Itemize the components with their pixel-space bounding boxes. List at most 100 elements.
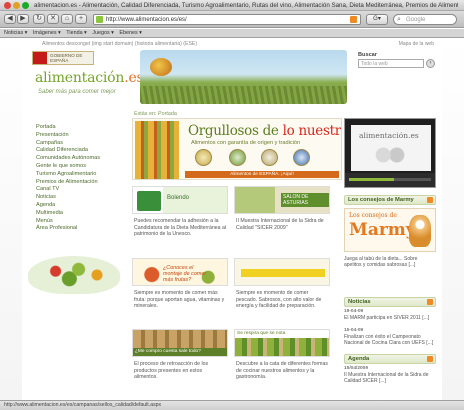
back-button[interactable]: ◀ [4, 14, 16, 24]
agenda-text: II Muestra Internacional de la Sidra de … [344, 372, 429, 385]
site-search-label: Buscar [358, 52, 377, 58]
site-search-value: Todo la web [361, 61, 388, 67]
forward-button[interactable]: ▶ [17, 14, 29, 24]
news-text: Finalizan con éxito el Campeonato Nacion… [344, 334, 434, 347]
nav-item-multimedia[interactable]: Multimedia [36, 210, 112, 218]
url-text: http://www.alimentacion.es/es/ [106, 17, 187, 23]
hero-photo [135, 121, 179, 179]
add-bookmark-button[interactable]: + [75, 14, 87, 24]
window-titlebar: alimentacion.es - Alimentación, Calidad … [0, 0, 464, 11]
agenda-section-header[interactable]: Agenda [344, 354, 436, 364]
quality-seal-icon [293, 149, 310, 166]
home-button[interactable]: ⌂ [61, 14, 73, 24]
page-container: Alimentos desconget (img start domain) (… [22, 38, 442, 400]
marmy-section-title: Los consejos de Marmy [348, 197, 414, 203]
marmy-description: Juega al tabú de la dieta... Sobre apeti… [344, 256, 418, 269]
hero-title-main: Orgullosos de [188, 123, 279, 139]
promo-card-text: Siempre es momento de comer pescado. Sab… [236, 290, 322, 309]
bookmark-item[interactable]: Juegos ▾ [92, 30, 114, 36]
nav-item-comunidades[interactable]: Comunidades Autónomas [36, 155, 112, 163]
promo-card-title: ¿Conoces el montaje de comer más frutas? [163, 265, 207, 283]
agenda-section-title: Agenda [348, 356, 370, 362]
hero-strip: Alimentos de ESPAÑA. ¡Aquí! [185, 171, 339, 178]
promo-card-title: SALON DE ASTURIAS [281, 193, 329, 207]
search-engine-button[interactable]: G▾ [366, 14, 388, 25]
promo-card-title: Bolendo [167, 195, 190, 201]
browser-toolbar: ◀ ▶ ↻ ✕ ⌂ + http://www.alimentacion.es/e… [0, 11, 464, 28]
minimize-window-button[interactable] [13, 2, 20, 9]
nav-item-agenda[interactable]: Agenda [36, 202, 112, 210]
hero-title: Orgullosos de lo nuestro [188, 123, 341, 139]
promo-card-image: Bolendo [132, 186, 228, 214]
promo-card-image: Se respira que se nota [234, 329, 330, 357]
rss-icon[interactable] [427, 299, 433, 305]
close-window-button[interactable] [4, 2, 11, 9]
promo-card-title: ¿Me compro cuesta sale todo? [133, 348, 227, 356]
quality-seal-icon [195, 149, 212, 166]
bolendo-logo [137, 191, 161, 211]
promo-card-image: ¿Me compro cuesta sale todo? [132, 329, 228, 357]
promo-card-text: Descubre a la cata de diferentes formas … [236, 361, 328, 380]
promo-card-image: ¿Conoces el montaje de comer más frutas? [132, 258, 228, 286]
sitemap-link[interactable]: Mapa de la web [399, 41, 434, 47]
site-search-select[interactable]: Todo la web [358, 59, 424, 68]
site-logo[interactable]: alimentación.es [35, 70, 144, 86]
search-icon: ⌕ [397, 16, 401, 23]
bookmarks-bar: Noticias ▾ Imágenes ▾ Tienda ▾ Juegos ▾ … [0, 29, 464, 38]
nav-item-presentacion[interactable]: Presentación [36, 132, 112, 140]
page-viewport[interactable]: Alimentos desconget (img start domain) (… [0, 38, 464, 400]
quality-seal-icon [261, 149, 278, 166]
video-progress-fill [349, 178, 395, 181]
news-item[interactable]: 15-04-09 Finalizan con éxito el Campeona… [344, 328, 436, 347]
rss-icon[interactable] [427, 197, 433, 203]
fields-image [140, 86, 347, 104]
stop-button[interactable]: ✕ [47, 14, 59, 24]
site-tagline: Saber más para comer mejor [38, 89, 116, 95]
nav-item-area-profesional[interactable]: Área Profesional [36, 225, 112, 233]
zoom-window-button[interactable] [22, 2, 29, 9]
site-logo-name: alimentación [35, 70, 125, 86]
nav-item-premios[interactable]: Premios de Alimentación [36, 179, 112, 187]
address-bar[interactable]: http://www.alimentacion.es/es/ [93, 14, 361, 25]
nav-item-calidad[interactable]: Calidad Diferenciada [36, 147, 112, 155]
nav-item-noticias[interactable]: Noticias [36, 194, 112, 202]
marmy-big-title: Marmy [349, 220, 416, 240]
nav-item-campanas[interactable]: Campañas [36, 140, 112, 148]
video-frame: alimentación.es [351, 125, 431, 171]
video-player[interactable]: alimentación.es [344, 118, 436, 188]
browser-search-placeholder: Google [406, 17, 426, 23]
video-progress-bar[interactable] [349, 178, 431, 181]
promo-card-text: Puedes recomendar la adhesión a la Candi… [134, 218, 226, 237]
nav-item-gente[interactable]: Gente le que somos [36, 163, 112, 171]
news-section-header[interactable]: Noticias [344, 297, 436, 307]
promo-card-title: Se respira que se nota [235, 330, 329, 338]
window-title: alimentacion.es - Alimentación, Calidad … [34, 2, 458, 9]
news-item[interactable]: 19-04-09 El MARM participa en SIVER 2011… [344, 309, 436, 321]
breadcrumb: Estás en: Portada [134, 111, 177, 117]
favicon-icon [96, 16, 103, 23]
marmy-small-title: Los consejos de [349, 212, 397, 219]
vegetable-bowl-image [28, 256, 120, 294]
agenda-item[interactable]: 15/04/2009 II Muestra Internacional de l… [344, 366, 436, 385]
reload-button[interactable]: ↻ [33, 14, 45, 24]
main-navigation: Portada Presentación Campañas Calidad Di… [36, 124, 112, 233]
nav-item-turismo[interactable]: Turismo Agroalimentario [36, 171, 112, 179]
bookmark-item[interactable]: Imágenes ▾ [33, 30, 61, 36]
video-controls [345, 173, 435, 187]
nav-item-portada[interactable]: Portada [36, 124, 112, 132]
hero-banner[interactable]: Orgullosos de lo nuestro Alimentos con g… [132, 118, 342, 180]
bookmark-item[interactable]: Ebenes ▾ [119, 30, 142, 36]
news-section-title: Noticias [348, 299, 371, 305]
bookmark-item[interactable]: Tienda ▾ [66, 30, 87, 36]
marmy-section-header[interactable]: Los consejos de Marmy [344, 195, 436, 205]
bookmark-item[interactable]: Noticias ▾ [4, 30, 27, 36]
marmy-banner[interactable]: Los consejos de Marmy [344, 208, 436, 252]
browser-search-input[interactable]: ⌕ Google [393, 14, 457, 25]
promo-card-text: El proceso de retroacción de los product… [134, 361, 209, 380]
site-search-button[interactable]: › [426, 59, 435, 68]
rss-icon[interactable] [350, 16, 357, 23]
rss-icon[interactable] [427, 356, 433, 362]
nav-item-canal-tv[interactable]: Canal TV [36, 186, 112, 194]
video-brand: alimentación.es [359, 131, 419, 140]
government-logo[interactable]: GOBIERNO DE ESPAÑA [32, 51, 94, 65]
